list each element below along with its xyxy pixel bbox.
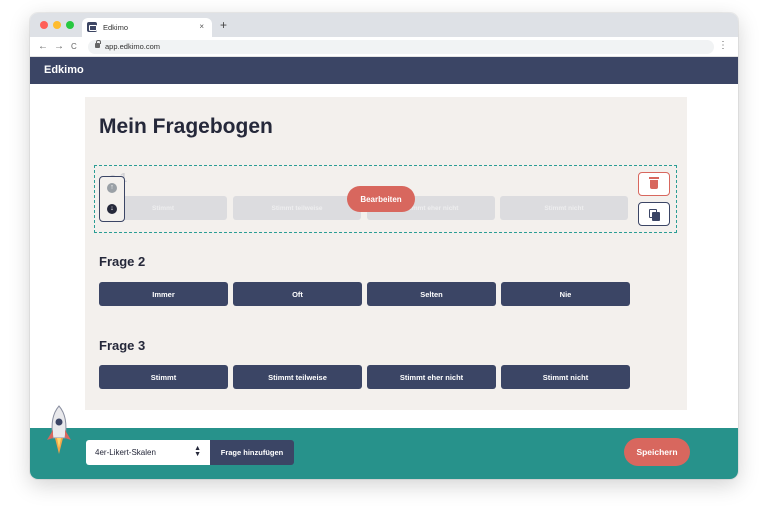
duplicate-question-button[interactable] [638,202,670,226]
forward-arrow-icon[interactable]: → [54,41,64,53]
brand-logo[interactable]: Edkimo [44,64,84,76]
question-2-label: Frage 2 [99,254,146,269]
move-question-control: ↑ ↓ [99,176,125,222]
scale-type-select[interactable]: 4er-Likert-Skalen ▲ ▼ [86,440,210,465]
reload-icon[interactable]: C [71,41,77,53]
save-button[interactable]: Speichern [624,438,690,466]
window-maximize-dot[interactable] [66,21,74,29]
trash-icon [649,177,659,189]
tab-title: Edkimo [103,23,129,32]
question-3-answer-1[interactable]: Stimmt [99,365,228,389]
question-3-label: Frage 3 [99,338,146,353]
question-2-answer-3[interactable]: Selten [367,282,496,306]
app-header: Edkimo [30,57,738,84]
scale-type-value: 4er-Likert-Skalen [95,448,156,457]
tab-close-icon[interactable]: × [199,22,204,31]
question-1-answer-4: Stimmt nicht [500,196,628,220]
browser-toolbar: ← → C app.edkimo.com ⋮ [30,37,738,57]
question-1-selected[interactable]: e 1 Stimmt Stimmt teilweise Stimmt eher … [94,165,677,233]
move-down-icon[interactable]: ↓ [107,204,117,214]
copy-icon [652,212,660,221]
questionnaire-card: Mein Fragebogen e 1 Stimmt Stimmt teilwe… [85,97,687,410]
browser-tab[interactable]: Edkimo × [82,18,212,37]
delete-question-button[interactable] [638,172,670,196]
address-url: app.edkimo.com [105,42,161,51]
window-close-dot[interactable] [40,21,48,29]
edkimo-favicon-icon [87,22,97,32]
address-bar[interactable]: app.edkimo.com [88,40,714,54]
browser-tab-bar: Edkimo × + [30,13,738,37]
question-3-answer-4[interactable]: Stimmt nicht [501,365,630,389]
select-caret-icon: ▲ ▼ [194,445,201,458]
browser-menu-icon[interactable]: ⋮ [718,40,728,52]
rocket-icon [47,405,71,454]
main-content: Mein Fragebogen e 1 Stimmt Stimmt teilwe… [30,84,738,428]
question-2-answer-2[interactable]: Oft [233,282,362,306]
question-2-answer-1[interactable]: Immer [99,282,228,306]
window-minimize-dot[interactable] [53,21,61,29]
question-3-answer-2[interactable]: Stimmt teilweise [233,365,362,389]
add-question-button[interactable]: Frage hinzufügen [210,440,294,465]
question-3-answer-3[interactable]: Stimmt eher nicht [367,365,496,389]
back-arrow-icon[interactable]: ← [38,41,48,53]
lock-icon [95,40,101,48]
edit-question-button[interactable]: Bearbeiten [347,186,415,212]
page-title: Mein Fragebogen [99,115,273,138]
browser-window: Edkimo × + ← → C app.edkimo.com ⋮ Edkimo… [30,13,738,479]
move-up-icon[interactable]: ↑ [107,183,117,193]
footer-bar: 4er-Likert-Skalen ▲ ▼ Frage hinzufügen Sp… [30,405,738,479]
question-2-answer-4[interactable]: Nie [501,282,630,306]
new-tab-button[interactable]: + [220,19,227,31]
question-1-answer-2: Stimmt teilweise [233,196,361,220]
